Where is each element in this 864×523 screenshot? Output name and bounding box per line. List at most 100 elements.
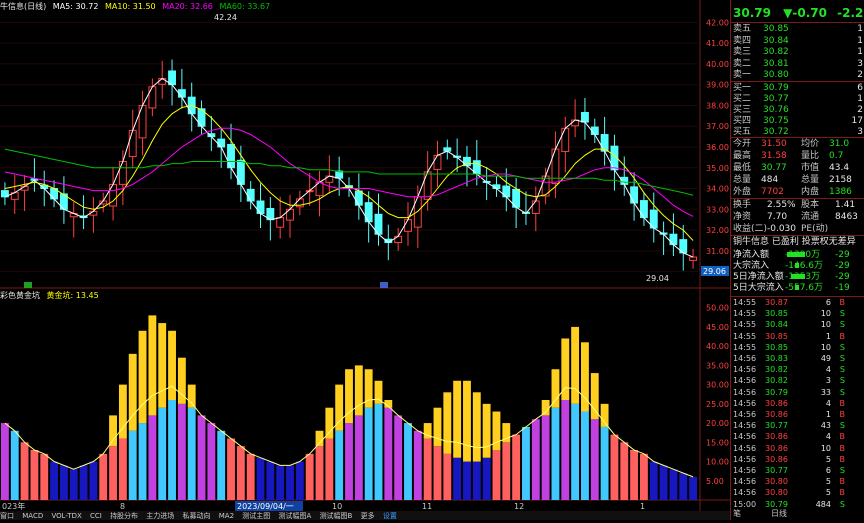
trade-tick: 14:56 30.80 5 B (733, 488, 845, 498)
indicator-bar (551, 407, 560, 500)
indicator-bar (571, 403, 580, 500)
indicator-axis-tick: 30.00 (706, 381, 729, 390)
indicator-bar-gold (148, 315, 157, 416)
indicator-bar (659, 465, 668, 500)
indicator-bar (512, 434, 521, 500)
indicator-bar (236, 446, 245, 500)
tab-main-force[interactable]: 主力进场 (146, 512, 174, 520)
indicator-axis-tick: 20.00 (706, 419, 729, 428)
trade-tick: 14:56 30.79 33 S (733, 387, 845, 397)
indicator-bar (99, 453, 108, 500)
indicator-bar (197, 415, 206, 500)
indicator-bar (10, 430, 19, 500)
indicator-bar (463, 461, 471, 500)
tab-ma2[interactable]: MA2 (219, 512, 234, 520)
trade-tick: 14:56 30.86 1 B (733, 410, 845, 419)
tab-private[interactable]: 私募动向 (183, 512, 211, 520)
price-axis-tick: 37.00 (706, 122, 729, 131)
tab-test-a[interactable]: 测试幅图A (279, 512, 312, 520)
indicator-bar-gold (187, 384, 196, 408)
indicator-bar (227, 438, 235, 500)
indicator-bar (482, 457, 491, 500)
signal-marker-blue (380, 282, 388, 288)
indicator-bar (354, 415, 363, 500)
price-axis-tick: 36.00 (706, 143, 729, 152)
indicator-bar (620, 442, 629, 500)
trade-tick: 14:56 30.83 49 S (733, 354, 845, 363)
price-axis-tick: 32.00 (706, 226, 729, 235)
tab-vol[interactable]: VOL-TDX (51, 512, 81, 520)
low-annotation: 29.04 (646, 274, 669, 283)
indicator-bar (639, 453, 648, 500)
indicator-bar (50, 461, 59, 500)
indicator-bar-gold (541, 400, 550, 416)
candle-body (689, 256, 698, 261)
side-footer: 笔 日线 (733, 508, 833, 520)
indicator-bar (20, 442, 29, 500)
indicator-bar (374, 403, 383, 500)
indicator-bar-gold (315, 430, 324, 447)
candle-body (423, 171, 432, 200)
tab-test-main[interactable]: 测试主图 (242, 512, 270, 520)
last-price: 30.79 (733, 6, 771, 20)
indicator-bar (453, 457, 462, 500)
tab-cci[interactable]: CCI (90, 512, 102, 520)
indicator-bar-gold (482, 403, 491, 458)
indicator-bar (266, 461, 275, 500)
tab-settings[interactable]: 设置 (383, 512, 397, 520)
stat-row: 最低 30.77 市值 43.4 (733, 163, 850, 173)
indicator-bar (669, 469, 678, 500)
indicator-bar (335, 430, 344, 500)
stat-row: 最高 31.58 量比 0.7 (733, 151, 844, 161)
trade-tick: 14:56 30.86 4 B (733, 432, 845, 442)
indicator-axis-tick: 10.00 (706, 458, 729, 467)
indicator-bar (0, 423, 9, 500)
trade-tick: 14:55 30.85 10 S (733, 342, 845, 352)
indicator-bar (522, 426, 530, 500)
tab-window[interactable]: 窗口 (0, 512, 14, 520)
indicator-bar (148, 415, 157, 500)
tab-more[interactable]: 更多 (361, 512, 375, 520)
trade-tick: 14:56 30.82 4 S (733, 365, 845, 375)
trade-tick: 14:56 30.82 3 S (733, 376, 845, 386)
trade-tick: 14:55 30.85 10 S (733, 309, 845, 319)
stock-news[interactable]: 铜牛信息 已盈利 投票权无差异 (733, 236, 856, 248)
indicator-axis-tick: 35.00 (706, 361, 729, 370)
side-tab[interactable]: 日线 (771, 509, 787, 518)
indicator-bar (384, 407, 393, 500)
indicator-bar-gold (109, 415, 117, 447)
indicator-axis-tick: 50.00 (706, 304, 729, 313)
indicator-bar (590, 419, 599, 500)
indicator-bar-gold (325, 407, 334, 439)
indicator-bar-gold (374, 380, 383, 404)
indicator-bar (30, 450, 39, 500)
indicator-bar (413, 430, 422, 500)
side-tab[interactable]: 笔 (733, 509, 741, 518)
tab-macd[interactable]: MACD (22, 512, 43, 520)
indicator-bar (69, 469, 78, 500)
price-axis-tick: 42.00 (706, 18, 729, 27)
price-axis-tick: 33.00 (706, 205, 729, 214)
indicator-bar-gold (571, 326, 580, 404)
indicator-bar (404, 423, 412, 500)
indicator-bar (246, 453, 255, 500)
chart-area[interactable]: 42.00 41.00 40.00 39.00 38.00 37.00 36.00 35.00… (0, 0, 730, 520)
indicator-bar-gold (138, 330, 147, 424)
stat-row: 收益(二)-0.030 PE(动) (733, 224, 829, 234)
price-axis-tick: 35.00 (706, 164, 729, 173)
candle-body (531, 200, 540, 214)
indicator-bar (600, 426, 609, 500)
indicator-bar (109, 446, 117, 500)
tab-test-b[interactable]: 测试幅图B (320, 512, 353, 520)
date-label: 023年 (2, 501, 25, 511)
candle-body (394, 235, 403, 244)
candle-body (227, 144, 235, 169)
ask-level: 卖二 30.81 3 (733, 58, 863, 69)
kline-chart[interactable]: 42.00 41.00 40.00 39.00 38.00 37.00 36.00 35.00… (0, 0, 730, 520)
price-summary: 30.79 ▼-0.70 -2.22% (733, 6, 864, 20)
signal-marker-green (24, 282, 32, 288)
indicator-bar (276, 465, 285, 500)
ma60-label: MA60: 33.67 (219, 2, 271, 11)
indicator-bar (531, 419, 540, 500)
tab-holding[interactable]: 持股分布 (110, 512, 138, 520)
